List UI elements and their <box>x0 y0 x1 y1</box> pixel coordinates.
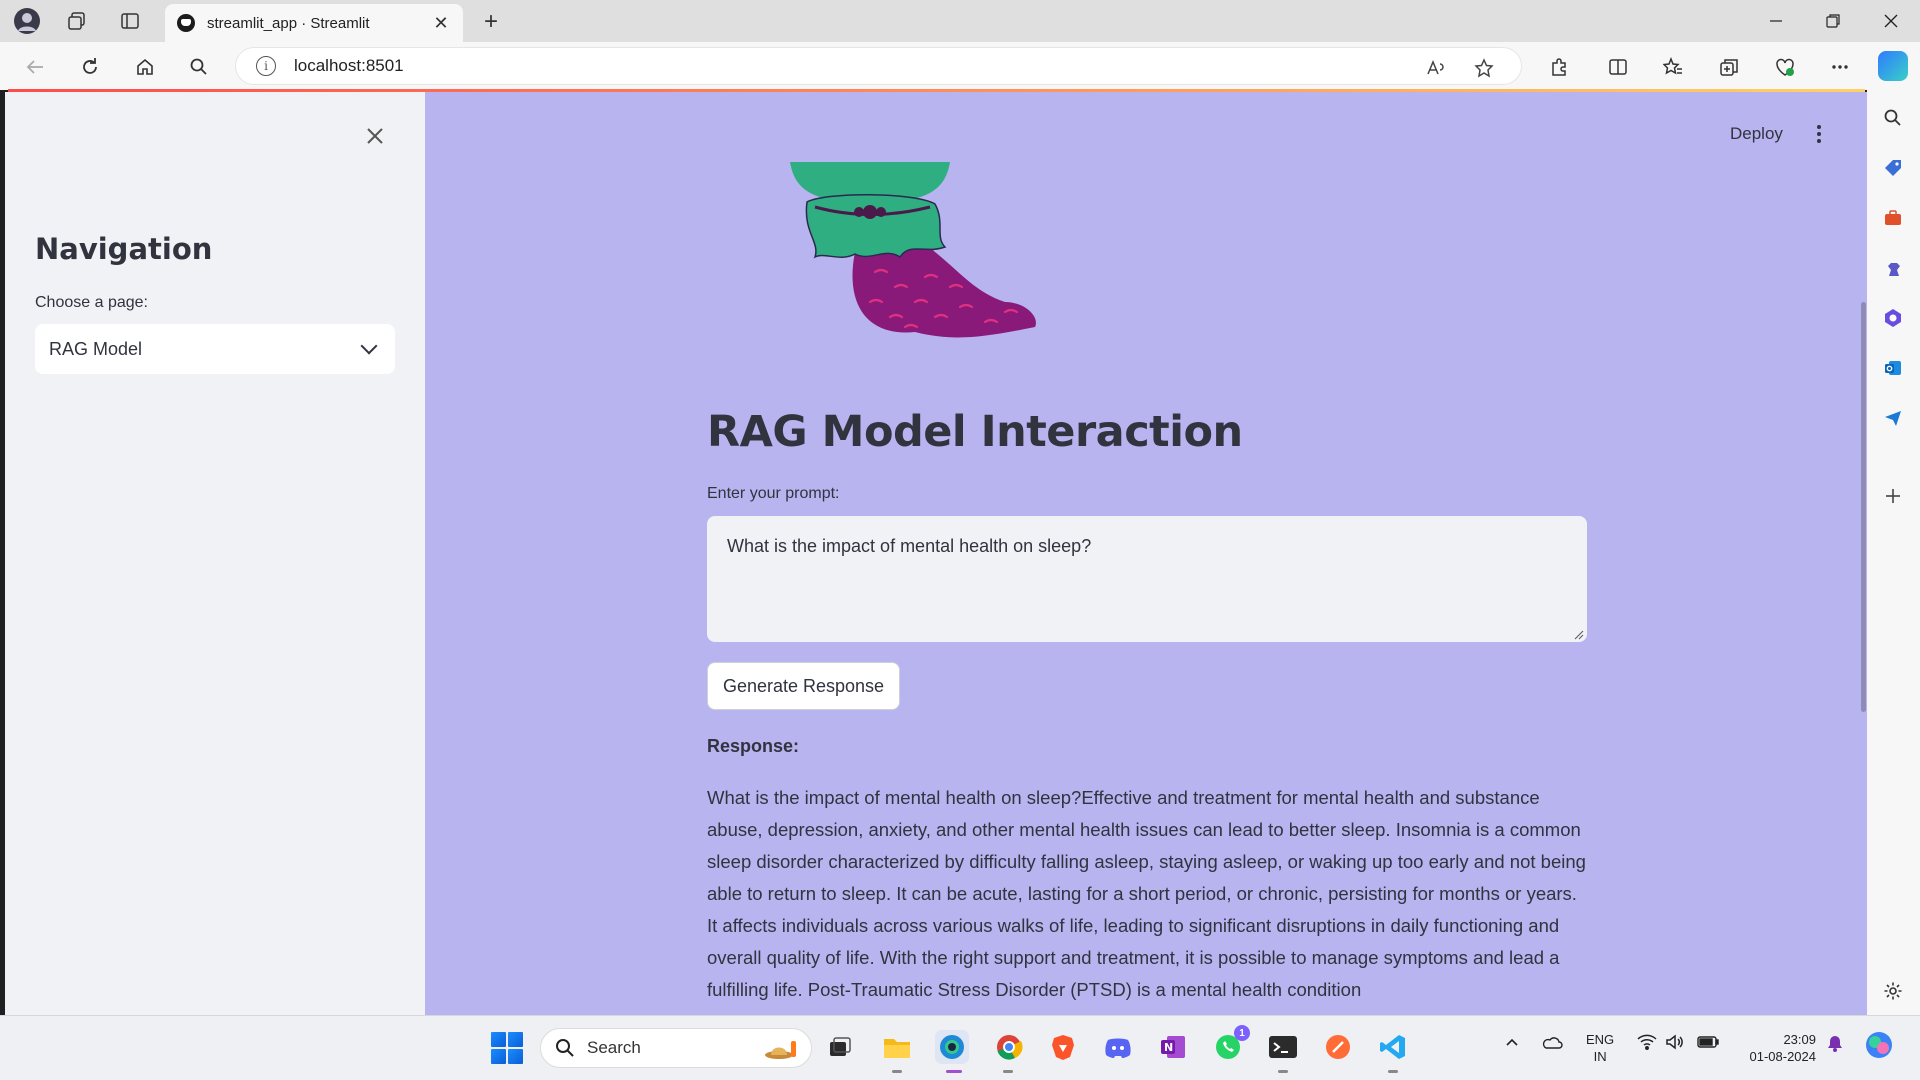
generate-response-button[interactable]: Generate Response <box>707 662 900 710</box>
clock-time: 23:09 <box>1783 1032 1816 1047</box>
close-sidebar-icon[interactable] <box>361 122 389 150</box>
scrollbar[interactable] <box>1861 302 1866 712</box>
vscode-icon[interactable] <box>1376 1030 1410 1064</box>
prompt-input[interactable]: What is the impact of mental health on s… <box>707 516 1587 642</box>
window-close-button[interactable] <box>1868 6 1914 36</box>
taskbar-search[interactable]: Search <box>540 1028 812 1068</box>
restore-button[interactable] <box>1810 6 1856 36</box>
main-menu-icon[interactable] <box>1809 122 1829 146</box>
browser-essentials-icon[interactable] <box>1770 52 1800 82</box>
games-icon[interactable] <box>1879 254 1907 282</box>
microsoft-365-icon[interactable] <box>1879 304 1907 332</box>
tools-icon[interactable] <box>1879 204 1907 232</box>
running-indicator <box>1388 1070 1398 1073</box>
search-highlight-icon <box>765 1041 796 1059</box>
browser-tab-bar: streamlit_app · Streamlit ✕ + <box>0 0 1920 42</box>
taskbar-search-placeholder: Search <box>587 1038 641 1057</box>
wifi-icon[interactable] <box>1637 1034 1657 1053</box>
streamlit-favicon-icon <box>177 14 195 32</box>
response-label: Response: <box>707 736 800 756</box>
back-icon[interactable] <box>20 52 50 82</box>
more-menu-icon[interactable] <box>1825 52 1855 82</box>
language-indicator[interactable]: ENG IN <box>1586 1031 1614 1065</box>
new-tab-button[interactable]: + <box>478 8 504 36</box>
outlook-icon[interactable] <box>1879 354 1907 382</box>
favorites-icon[interactable] <box>1658 52 1688 82</box>
volume-icon[interactable] <box>1665 1034 1685 1053</box>
prompt-label: Enter your prompt: <box>707 485 840 502</box>
sidebar: Navigation Choose a page: RAG Model <box>5 92 425 1015</box>
active-indicator <box>946 1070 962 1073</box>
add-panel-icon[interactable] <box>1879 482 1907 510</box>
chrome-icon[interactable] <box>992 1030 1026 1064</box>
show-hidden-icons-chevron-icon[interactable] <box>1504 1034 1520 1053</box>
running-indicator <box>892 1070 902 1073</box>
whatsapp-icon[interactable]: 1 <box>1211 1025 1250 1064</box>
site-info-icon[interactable]: i <box>256 56 276 76</box>
brave-icon[interactable] <box>1046 1030 1080 1064</box>
refresh-icon[interactable] <box>75 52 105 82</box>
read-aloud-icon[interactable] <box>1421 54 1449 82</box>
streamlit-app: Navigation Choose a page: RAG Model Depl… <box>5 92 1867 1015</box>
system-clock[interactable]: 23:09 01-08-2024 <box>1736 1031 1817 1065</box>
running-indicator <box>1278 1070 1288 1073</box>
page-select[interactable]: RAG Model <box>35 324 395 374</box>
tab-close-icon[interactable]: ✕ <box>431 13 451 34</box>
discord-icon[interactable] <box>1101 1030 1135 1064</box>
extensions-icon[interactable] <box>1544 52 1574 82</box>
edge-side-panel <box>1867 90 1920 1015</box>
collections-icon[interactable] <box>1714 52 1744 82</box>
minimize-button[interactable] <box>1753 6 1799 36</box>
profile-avatar-icon[interactable] <box>13 7 41 35</box>
windows-start-icon[interactable] <box>491 1032 523 1064</box>
vertical-tabs-icon[interactable] <box>116 7 144 35</box>
tab-title: streamlit_app · Streamlit <box>207 14 370 32</box>
deploy-button[interactable]: Deploy <box>1730 124 1783 144</box>
onedrive-cloud-icon[interactable] <box>1541 1034 1563 1053</box>
file-explorer-icon[interactable] <box>880 1030 914 1064</box>
notification-badge: 1 <box>1234 1025 1250 1041</box>
sidebar-title: Navigation <box>35 232 213 266</box>
active-tab[interactable]: streamlit_app · Streamlit ✕ <box>165 4 463 42</box>
search-icon <box>556 1039 574 1057</box>
browser-address-bar: i localhost:8501 <box>0 42 1920 90</box>
page-select-label: Choose a page: <box>35 294 148 311</box>
url-field[interactable]: i localhost:8501 <box>235 47 1522 85</box>
settings-gear-icon[interactable] <box>1879 977 1907 1005</box>
home-icon[interactable] <box>130 52 160 82</box>
onenote-icon[interactable]: N <box>1156 1030 1190 1064</box>
main-content: Deploy RAG Model Interaction Enter your … <box>425 92 1867 1015</box>
drop-send-icon[interactable] <box>1879 404 1907 432</box>
task-view-icon[interactable] <box>823 1030 857 1064</box>
url-text: localhost:8501 <box>294 56 404 75</box>
workspaces-icon[interactable] <box>63 7 91 35</box>
postman-icon[interactable] <box>1321 1030 1355 1064</box>
windows-taskbar: Search N 1 ENG IN 23:09 01-08-2024 <box>0 1015 1920 1080</box>
region-code: IN <box>1593 1049 1607 1064</box>
notification-bell-icon[interactable] <box>1826 1034 1844 1055</box>
response-text: What is the impact of mental health on s… <box>707 787 1586 1000</box>
search-icon[interactable] <box>184 52 214 82</box>
split-screen-icon[interactable] <box>1603 52 1633 82</box>
resize-handle-icon[interactable] <box>1574 630 1584 640</box>
page-title: RAG Model Interaction <box>707 407 1243 457</box>
clock-date: 01-08-2024 <box>1749 1049 1817 1064</box>
edge-browser-icon[interactable] <box>935 1030 969 1064</box>
language-code: ENG <box>1586 1032 1615 1047</box>
page-select-value: RAG Model <box>49 338 143 359</box>
copilot-taskbar-icon[interactable] <box>1864 1030 1894 1063</box>
svg-text:N: N <box>1164 1041 1173 1054</box>
running-indicator <box>1003 1070 1013 1073</box>
battery-icon[interactable] <box>1697 1034 1719 1053</box>
favorite-star-icon[interactable] <box>1470 54 1498 82</box>
chevron-down-icon <box>360 337 378 355</box>
shopping-tag-icon[interactable] <box>1879 154 1907 182</box>
terminal-icon[interactable] <box>1266 1030 1300 1064</box>
copilot-icon[interactable] <box>1878 51 1908 81</box>
mascot-illustration <box>790 162 1036 338</box>
search-icon[interactable] <box>1879 104 1907 132</box>
